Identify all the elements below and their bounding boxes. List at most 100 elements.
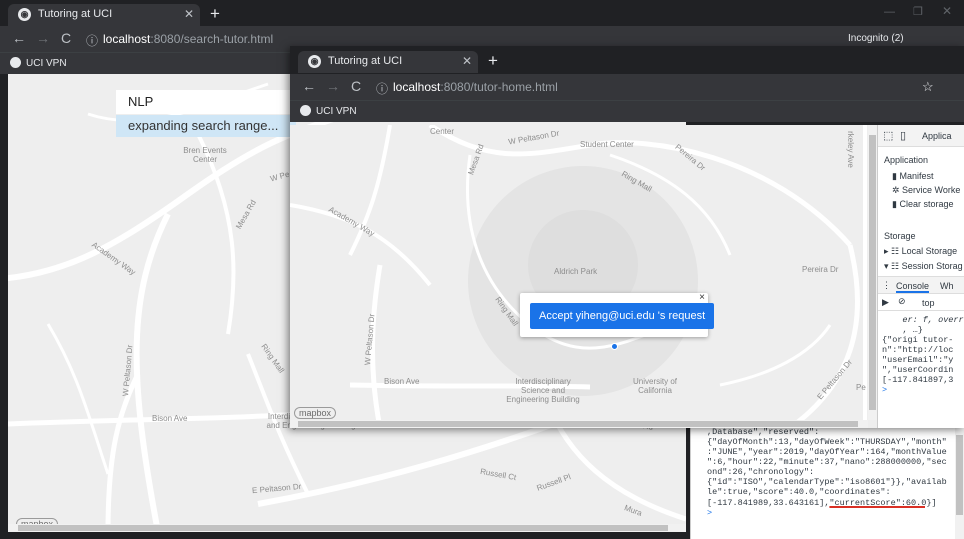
app-item-label: Manifest	[899, 171, 934, 181]
map-label: Bison Ave	[152, 414, 188, 423]
drawer-menu-icon[interactable]: ⋮	[882, 280, 891, 291]
scroll-thumb[interactable]	[18, 525, 668, 531]
close-tab-icon[interactable]: ✕	[184, 7, 194, 21]
search-input[interactable]: NLP	[116, 90, 296, 114]
console-line: ,Database","reserved":	[707, 427, 820, 437]
minimize-icon[interactable]: —	[884, 6, 895, 18]
location-marker[interactable]	[611, 343, 618, 350]
tab-console[interactable]: Console	[896, 281, 930, 293]
devtools-tab-application[interactable]: Applica	[922, 131, 952, 141]
expand-arrow-icon: ▸ ☷	[884, 246, 902, 256]
front-map-h-scrollbar[interactable]	[290, 420, 868, 428]
map-label: Bison Ave	[384, 377, 420, 386]
console-line: {"origi tutor-	[882, 335, 954, 345]
console-line: er: f, overr	[882, 315, 964, 325]
incognito-label[interactable]: Incognito (2)	[848, 33, 904, 44]
front-address-bar[interactable]: localhost:8080/tutor-home.html	[393, 80, 558, 94]
console-scrollbar[interactable]	[955, 425, 964, 539]
back-tab[interactable]: ◉ Tutoring at UCI ✕	[8, 4, 200, 26]
console-line: , …}	[882, 325, 923, 335]
console-line: ":6,"hour":22,"minute":37,"nano":2880000…	[707, 457, 947, 467]
console-line: [-117.841989,33.643161],	[707, 498, 830, 508]
forward-arrow-icon[interactable]: →	[36, 30, 50, 46]
console-line: :"JUNE","year":2019,"dayOfYear":164,"mon…	[707, 447, 947, 457]
scroll-thumb[interactable]	[298, 421, 858, 427]
search-suggestion[interactable]: expanding search range...	[116, 115, 296, 137]
console-prompt[interactable]: >	[707, 508, 947, 518]
scroll-thumb[interactable]	[956, 435, 963, 515]
new-tab-icon[interactable]: +	[488, 51, 498, 71]
popup-close-icon[interactable]: ×	[699, 292, 705, 303]
tab-whats-new[interactable]: Wh	[940, 281, 954, 291]
front-toolbar: ← → C ⓘ localhost:8080/tutor-home.html ☆	[290, 74, 964, 100]
devtools-top-bar: ⬚ ▯ Applica	[878, 125, 964, 147]
console-toolbar: ▶ ⊘ top	[878, 295, 964, 311]
globe-icon	[300, 105, 311, 116]
front-map-v-scrollbar[interactable]	[868, 125, 877, 420]
map-label: Pe	[856, 383, 866, 392]
storage-item-session[interactable]: ▾ ☷ Session Storag	[884, 261, 963, 272]
reload-icon[interactable]: C	[351, 78, 361, 94]
forward-arrow-icon[interactable]: →	[326, 78, 340, 94]
console-line: {"id":"ISO","calendarType":"iso8601"}},"…	[707, 477, 947, 487]
reload-icon[interactable]: C	[61, 30, 71, 46]
back-arrow-icon[interactable]: ←	[12, 30, 26, 46]
inspect-icon[interactable]: ⬚	[883, 129, 893, 142]
clear-console-icon[interactable]: ⊘	[898, 296, 906, 307]
back-arrow-icon[interactable]: ←	[302, 78, 316, 94]
url-path: :8080/tutor-home.html	[440, 80, 558, 94]
sidebar-toggle-icon[interactable]: ▶	[882, 297, 889, 308]
bookmark-star-icon[interactable]: ☆	[922, 79, 934, 95]
app-heading: Application	[884, 155, 929, 165]
back-address-bar[interactable]: localhost:8080/search-tutor.html	[103, 32, 273, 46]
map-label: University of California	[632, 377, 677, 395]
app-item-label: Service Worke	[902, 185, 961, 195]
bookmark-uci-vpn[interactable]: UCI VPN	[10, 57, 67, 69]
map-label: Aldrich Park	[554, 267, 598, 276]
url-host: localhost	[103, 32, 151, 46]
globe-icon: ◉	[18, 8, 31, 21]
url-path: :8080/search-tutor.html	[150, 32, 274, 46]
device-icon[interactable]: ▯	[900, 129, 906, 142]
accept-request-button[interactable]: Accept yiheng@uci.edu 's request	[530, 303, 715, 329]
globe-icon	[10, 57, 21, 68]
front-tab-strip: ◉ Tutoring at UCI ✕ +	[290, 46, 964, 74]
map-label: Bren Events Center	[183, 146, 227, 164]
storage-item-label: Local Storage	[901, 246, 958, 256]
map-label: Interdisciplinary Science and Engineerin…	[506, 377, 580, 404]
storage-item-local[interactable]: ▸ ☷ Local Storage	[884, 246, 957, 257]
console-drawer-tabs: ⋮ Console Wh	[878, 276, 964, 294]
app-item-manifest[interactable]: ▮ Manifest	[892, 171, 933, 182]
console-line: [-117.841897,3	[882, 375, 954, 385]
back-tab-strip: ◉ Tutoring at UCI ✕ + — ❐ ✕	[0, 0, 964, 26]
front-devtools: ⬚ ▯ Applica Application ▮ Manifest ✲ Ser…	[877, 125, 964, 428]
console-output: er: f, overr , …} {"origi tutor- n":"htt…	[882, 315, 964, 395]
front-browser-window: ◉ Tutoring at UCI ✕ + ← → C ⓘ localhost:…	[290, 46, 964, 428]
back-devtools-console: ,Database","reserved": {"dayOfMonth":13,…	[690, 425, 964, 539]
globe-icon: ◉	[308, 55, 321, 68]
window-close-icon[interactable]: ✕	[942, 4, 952, 18]
front-tab[interactable]: ◉ Tutoring at UCI ✕	[298, 51, 478, 73]
maximize-icon[interactable]: ❐	[913, 5, 923, 18]
console-line: ","userCoordin	[882, 365, 954, 375]
collapse-arrow-icon: ▾ ☷	[884, 261, 902, 271]
map-label: Student Center	[580, 140, 634, 149]
new-tab-icon[interactable]: +	[210, 4, 220, 24]
front-map[interactable]: Center W Peltason Dr Student Center Mesa…	[290, 125, 877, 428]
back-tab-title: Tutoring at UCI	[38, 8, 113, 20]
bookmark-uci-vpn[interactable]: UCI VPN	[300, 105, 357, 117]
context-selector[interactable]: top	[922, 298, 935, 308]
info-icon: ⓘ	[86, 34, 99, 48]
back-map-h-scrollbar[interactable]	[8, 524, 686, 532]
close-tab-icon[interactable]: ✕	[462, 54, 472, 68]
mapbox-logo: mapbox	[294, 407, 337, 419]
app-item-clear-storage[interactable]: ▮ Clear storage	[892, 199, 953, 210]
console-output: ,Database","reserved": {"dayOfMonth":13,…	[707, 427, 947, 518]
console-line: "userEmail":"y	[882, 355, 954, 365]
url-host: localhost	[393, 80, 441, 94]
app-item-service-worker[interactable]: ✲ Service Worke	[892, 185, 960, 196]
console-line: ond":26,"chronology":	[707, 467, 815, 477]
map-label: Pereira Dr	[802, 265, 839, 274]
scroll-thumb[interactable]	[869, 135, 876, 410]
console-prompt[interactable]: >	[882, 385, 964, 395]
